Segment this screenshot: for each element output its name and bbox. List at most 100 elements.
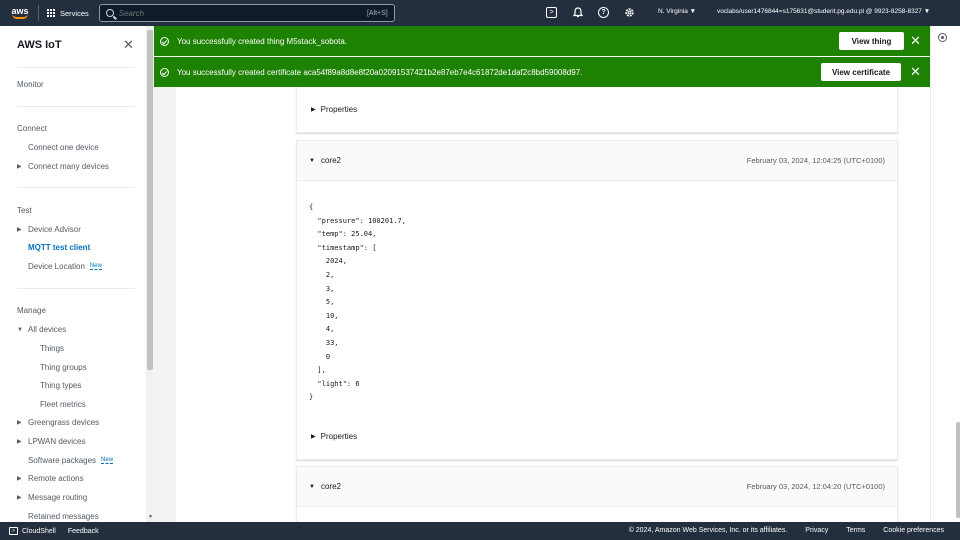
close-icon[interactable]: ✕	[910, 34, 921, 47]
cookie-preferences-link[interactable]: Cookie preferences	[883, 527, 944, 534]
sidebar-item-device-location[interactable]: Device Location New	[28, 262, 102, 271]
message-timestamp: February 03, 2024, 12:04:20 (UTC+0100)	[746, 482, 885, 491]
message-header[interactable]: ▼ core2 February 03, 2024, 12:04:20 (UTC…	[297, 467, 897, 507]
cloudshell-link[interactable]: CloudShell	[22, 528, 56, 535]
properties-label: Properties	[320, 432, 358, 441]
message-header[interactable]: ▼ core2 February 03, 2024, 12:04:25 (UTC…	[297, 141, 897, 181]
sidebar-item-software-packages[interactable]: Software packages New	[28, 456, 114, 465]
sidebar-item-label: Device Advisor	[28, 225, 81, 234]
sidebar-item-connect-many-devices[interactable]: ▶ Connect many devices	[17, 162, 109, 171]
sidebar-item-label: Message routing	[28, 493, 88, 502]
properties-toggle[interactable]: ▶ Properties	[297, 432, 357, 441]
caret-right-icon: ▶	[17, 227, 22, 233]
help-icon[interactable]: ?	[598, 7, 609, 18]
success-check-icon	[160, 67, 169, 77]
sidebar-item-all-devices[interactable]: ▼ All devices	[17, 325, 66, 334]
aws-smile-icon	[12, 14, 28, 19]
success-check-icon	[160, 36, 169, 46]
gear-icon[interactable]	[623, 6, 636, 19]
region-selector[interactable]: N. Virginia ▼	[658, 8, 696, 15]
sidebar-section-connect: Connect	[17, 124, 47, 133]
sidebar-section-manage: Manage	[17, 306, 46, 315]
footer: > CloudShell Feedback © 2024, Amazon Web…	[0, 522, 960, 540]
utility-panel	[930, 26, 960, 522]
message-timestamp: February 03, 2024, 12:04:25 (UTC+0100)	[746, 156, 885, 165]
flash-message: You successfully created thing M5stack_s…	[177, 36, 348, 46]
sidebar-item-label: Device Location	[28, 262, 85, 271]
sidebar-item-lpwan-devices[interactable]: ▶ LPWAN devices	[17, 437, 86, 446]
sidebar: AWS IoT ✕ Monitor Connect Connect one de…	[0, 26, 146, 522]
terms-link[interactable]: Terms	[846, 527, 865, 534]
sidebar-divider	[17, 106, 135, 107]
new-badge: New	[89, 263, 102, 270]
nav-icon-group: > ?	[546, 6, 636, 19]
caret-right-icon: ▶	[17, 439, 22, 445]
caret-right-icon: ▶	[17, 476, 22, 482]
sidebar-item-things[interactable]: Things	[40, 344, 64, 353]
services-label: Services	[60, 8, 89, 18]
cloudshell-icon: >	[9, 527, 18, 535]
properties-label: Properties	[320, 105, 358, 114]
flash-success-thing: You successfully created thing M5stack_s…	[154, 26, 930, 56]
caret-right-icon: ▶	[311, 107, 316, 113]
sidebar-item-mqtt-test-client[interactable]: MQTT test client	[28, 243, 90, 252]
sidebar-item-monitor[interactable]: Monitor	[17, 80, 44, 89]
message-topic: core2	[320, 156, 341, 165]
privacy-link[interactable]: Privacy	[805, 527, 828, 534]
sidebar-item-thing-groups[interactable]: Thing groups	[40, 363, 87, 372]
aws-logo[interactable]: aws	[8, 7, 32, 19]
sidebar-scrollbar-thumb[interactable]	[147, 30, 153, 370]
close-icon[interactable]: ✕	[123, 37, 134, 53]
sidebar-item-label: Remote actions	[28, 474, 84, 483]
nav-divider	[38, 5, 39, 21]
sidebar-item-message-routing[interactable]: ▶ Message routing	[17, 493, 87, 502]
properties-toggle[interactable]: ▶ Properties	[297, 105, 357, 114]
sidebar-divider	[17, 288, 135, 289]
sidebar-item-greengrass-devices[interactable]: ▶ Greengrass devices	[17, 418, 99, 427]
main-scrollbar-thumb[interactable]	[956, 422, 960, 518]
message-payload: { "pressure": 100201.7, "temp": 25.04, "…	[309, 203, 406, 402]
copyright-text: © 2024, Amazon Web Services, Inc. or its…	[628, 527, 788, 534]
top-navigation: aws Services [Alt+S] > ? N. Virginia ▼ v…	[0, 0, 960, 26]
sidebar-scrollbar[interactable]: ▼	[146, 26, 154, 522]
footer-links: © 2024, Amazon Web Services, Inc. or its…	[629, 527, 944, 534]
bell-icon[interactable]	[571, 6, 584, 19]
close-icon[interactable]: ✕	[910, 65, 921, 78]
caret-down-icon: ▼	[309, 483, 315, 490]
caret-right-icon: ▶	[17, 495, 22, 501]
message-panel: ▼ core2 February 03, 2024, 12:04:20 (UTC…	[296, 466, 898, 522]
sidebar-item-label: All devices	[28, 325, 67, 334]
sidebar-item-thing-types[interactable]: Thing types	[40, 381, 81, 390]
search-box[interactable]: [Alt+S]	[98, 4, 395, 22]
view-certificate-button[interactable]: View certificate	[821, 63, 901, 81]
sidebar-divider	[17, 67, 135, 68]
sidebar-item-connect-one-device[interactable]: Connect one device	[28, 143, 99, 152]
search-icon	[105, 9, 114, 17]
sidebar-item-fleet-metrics[interactable]: Fleet metrics	[40, 400, 86, 409]
account-menu[interactable]: voclabs/user1476844=s175631@student.pg.e…	[717, 8, 930, 15]
feedback-link[interactable]: Feedback	[68, 528, 99, 535]
sidebar-divider	[17, 187, 135, 188]
services-menu-button[interactable]: Services	[47, 8, 89, 18]
sidebar-item-remote-actions[interactable]: ▶ Remote actions	[17, 474, 84, 483]
sidebar-title: AWS IoT	[17, 39, 62, 51]
sidebar-item-device-advisor[interactable]: ▶ Device Advisor	[17, 225, 81, 234]
flash-message: You successfully created certificate aca…	[177, 67, 583, 77]
flash-success-certificate: You successfully created certificate aca…	[154, 57, 930, 87]
caret-right-icon: ▶	[311, 434, 316, 440]
caret-down-icon: ▼	[309, 157, 315, 164]
sidebar-item-label: Software packages	[28, 456, 97, 465]
cloudshell-icon[interactable]: >	[546, 7, 557, 18]
sidebar-section-test: Test	[17, 206, 32, 215]
main-content: ▶ Properties ▼ core2 February 03, 2024, …	[154, 26, 930, 522]
scroll-down-icon[interactable]: ▼	[148, 514, 153, 520]
message-panel: ▼ core2 February 03, 2024, 12:04:25 (UTC…	[296, 140, 898, 460]
search-shortcut: [Alt+S]	[366, 9, 388, 17]
search-input[interactable]	[118, 8, 362, 18]
sidebar-item-retained-messages[interactable]: Retained messages	[28, 512, 99, 521]
view-thing-button[interactable]: View thing	[839, 32, 904, 50]
info-panel-icon[interactable]	[938, 33, 947, 42]
sidebar-item-label: Greengrass devices	[28, 418, 100, 427]
grid-icon	[47, 8, 56, 18]
message-topic: core2	[320, 482, 341, 491]
